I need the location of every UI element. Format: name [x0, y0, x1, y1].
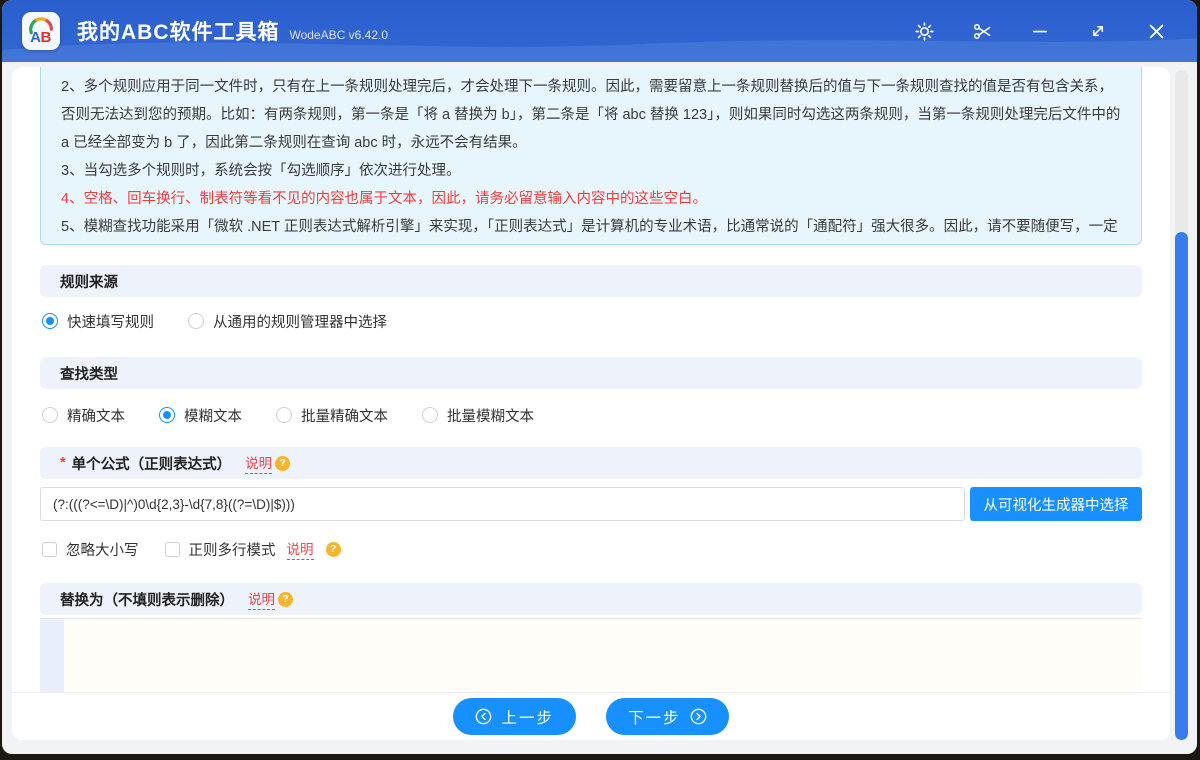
wizard-footer: 上一步 下一步 [12, 692, 1170, 740]
regex-modifier-options: 忽略大小写 正则多行模式 说明 ? [40, 535, 1142, 563]
section-header-replace: 替换为（不填则表示删除） 说明 ? [40, 583, 1142, 615]
required-asterisk: * [60, 455, 66, 471]
radio-icon[interactable] [42, 407, 58, 423]
section-title: 单个公式（正则表达式） [71, 456, 232, 473]
notice-item: 3、当勾选多个规则时，系统会按「勾选顺序」依次进行处理。 [61, 163, 461, 179]
radio-from-rule-manager[interactable]: 从通用的规则管理器中选择 [188, 311, 387, 332]
next-step-button[interactable]: 下一步 [606, 698, 729, 735]
chevron-right-circle-icon [690, 708, 706, 725]
radio-fuzzy-text[interactable]: 模糊文本 [159, 405, 242, 426]
replace-help-link[interactable]: 说明 [248, 588, 275, 610]
previous-step-label: 上一步 [501, 709, 554, 727]
radio-icon[interactable] [276, 407, 292, 423]
notice-item: 4、空格、回车换行、制表符等看不见的内容也属于文本，因此，请务必留意输入内容中的… [61, 191, 708, 207]
svg-text:A: A [30, 29, 41, 46]
notice-item: 5、模糊查找功能采用「微软 .NET 正则表达式解析引擎」来实现，「正则表达式」… [61, 219, 1118, 235]
app-title: 我的ABC软件工具箱 [77, 21, 280, 44]
scrollbar-thumb[interactable] [1175, 232, 1188, 740]
radio-label: 模糊文本 [184, 408, 242, 425]
radio-label: 快速填写规则 [67, 314, 154, 331]
chevron-left-circle-icon [476, 708, 492, 725]
radio-label: 从通用的规则管理器中选择 [213, 314, 387, 331]
checkbox-icon[interactable] [164, 541, 180, 557]
app-window: A B 我的ABC软件工具箱 WodeABC v6.42.0 2、多个规则应用于… [2, 0, 1197, 754]
scissors-icon[interactable] [971, 20, 993, 42]
radio-label: 批量精确文本 [301, 408, 388, 425]
radio-icon[interactable] [159, 407, 175, 423]
app-logo-icon: A B [22, 12, 60, 50]
radio-batch-fuzzy-text[interactable]: 批量模糊文本 [422, 405, 534, 426]
section-header-find-type: 查找类型 [40, 357, 1142, 389]
scrollbar-track[interactable] [1175, 70, 1188, 740]
checkbox-icon[interactable] [42, 541, 57, 557]
section-title: 查找类型 [60, 366, 118, 383]
radio-label: 批量模糊文本 [447, 408, 534, 425]
radio-icon[interactable] [188, 313, 204, 329]
question-mark-icon[interactable]: ? [278, 591, 293, 607]
close-icon[interactable] [1145, 20, 1167, 42]
previous-step-button[interactable]: 上一步 [453, 698, 576, 735]
radio-label: 精确文本 [67, 408, 125, 425]
svg-text:B: B [41, 29, 52, 46]
formula-help-link[interactable]: 说明 [245, 452, 273, 474]
section-title: 替换为（不填则表示删除） [60, 592, 234, 609]
multiline-help-link[interactable]: 说明 [286, 538, 314, 560]
question-mark-icon[interactable]: ? [325, 541, 341, 557]
section-title: 规则来源 [60, 274, 118, 291]
regex-formula-input[interactable] [40, 487, 965, 521]
formula-input-row: 从可视化生成器中选择 [40, 487, 1142, 521]
open-visual-generator-button[interactable]: 从可视化生成器中选择 [970, 487, 1142, 521]
title-bar: A B 我的ABC软件工具箱 WodeABC v6.42.0 [2, 0, 1197, 62]
maximize-restore-icon[interactable] [1087, 20, 1109, 42]
radio-exact-text[interactable]: 精确文本 [42, 405, 125, 426]
notice-item: 2、多个规则应用于同一文件时，只有在上一条规则处理完后，才会处理下一条规则。因此… [61, 79, 1121, 151]
checkbox-multiline-mode[interactable]: 正则多行模式 说明 ? [164, 538, 341, 560]
section-header-rule-source: 规则来源 [40, 265, 1142, 297]
next-step-label: 下一步 [628, 709, 681, 727]
rule-source-options: 快速填写规则 从通用的规则管理器中选择 [40, 307, 1142, 335]
checkbox-ignore-case[interactable]: 忽略大小写 [42, 539, 139, 560]
main-panel: 2、多个规则应用于同一文件时，只有在上一条规则处理完后，才会处理下一条规则。因此… [12, 67, 1170, 740]
radio-quick-fill-rule[interactable]: 快速填写规则 [42, 311, 154, 332]
radio-batch-exact-text[interactable]: 批量精确文本 [276, 405, 388, 426]
minimize-icon[interactable] [1029, 20, 1051, 42]
app-version: WodeABC v6.42.0 [289, 28, 389, 42]
radio-icon[interactable] [422, 407, 438, 423]
section-header-formula: * 单个公式（正则表达式） 说明 ? [40, 447, 1142, 479]
rules-notice-box: 2、多个规则应用于同一文件时，只有在上一条规则处理完后，才会处理下一条规则。因此… [40, 67, 1142, 245]
find-type-options: 精确文本 模糊文本 批量精确文本 批量模糊文本 [40, 401, 1142, 429]
question-mark-icon[interactable]: ? [275, 455, 291, 471]
checkbox-label: 正则多行模式 [188, 542, 276, 559]
checkbox-label: 忽略大小写 [66, 542, 139, 559]
radio-icon[interactable] [42, 313, 58, 329]
settings-gear-icon[interactable] [913, 20, 935, 42]
